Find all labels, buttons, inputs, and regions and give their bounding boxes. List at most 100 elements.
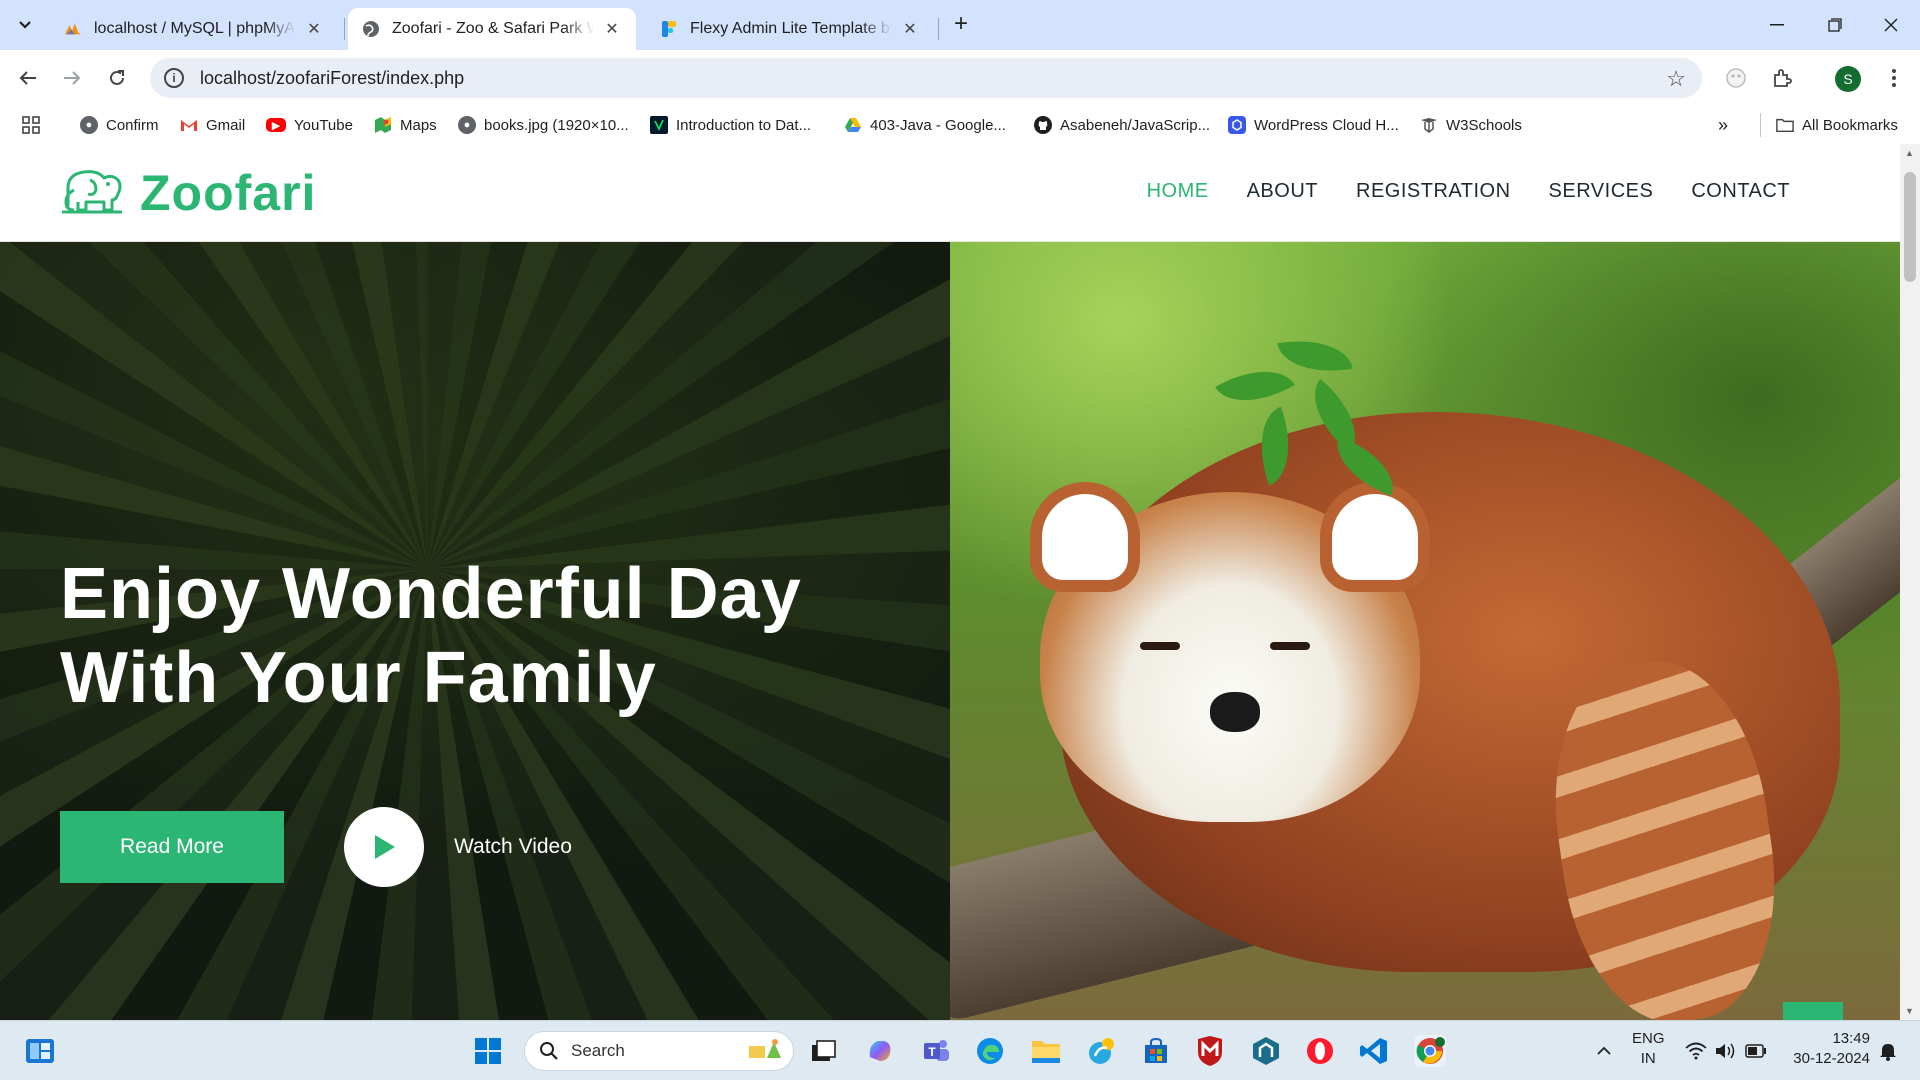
nav-services[interactable]: SERVICES [1549, 180, 1654, 203]
panda-eye [1140, 642, 1180, 650]
all-bookmarks[interactable]: All Bookmarks [1776, 114, 1898, 136]
back-to-top-button[interactable]: ↑ [1783, 1002, 1843, 1020]
bookmarks-bar: ● Confirm Gmail ▶ YouTube Maps ● books.j… [0, 106, 1920, 144]
back-icon[interactable] [12, 62, 44, 94]
wifi-icon[interactable] [1680, 1035, 1712, 1067]
tab-separator [938, 18, 939, 40]
profile-avatar[interactable]: S [1835, 66, 1861, 92]
svg-text:T: T [928, 1045, 936, 1059]
extensions-icon[interactable] [1768, 64, 1796, 92]
search-icon [540, 1042, 558, 1060]
play-icon [375, 835, 395, 859]
globe-icon: ● [80, 116, 98, 134]
widgets-icon[interactable] [24, 1035, 56, 1067]
teams-icon[interactable]: T [920, 1035, 952, 1067]
bookmark-maps[interactable]: Maps [374, 114, 437, 136]
read-more-button[interactable]: Read More [60, 811, 284, 883]
edge-icon[interactable] [974, 1035, 1006, 1067]
drive-icon [844, 116, 862, 134]
address-bar[interactable]: i localhost/zoofariForest/index.php ☆ [150, 58, 1702, 98]
main-nav: HOME ABOUT REGISTRATION SERVICES CONTACT [1147, 180, 1790, 203]
close-tab-icon[interactable]: ✕ [602, 19, 622, 39]
nav-home[interactable]: HOME [1147, 180, 1209, 203]
tab-zoofari[interactable]: Zoofari - Zoo & Safari Park Website ✕ [348, 8, 636, 50]
app-shield-icon[interactable] [1250, 1035, 1282, 1067]
vscode-icon[interactable] [1358, 1035, 1390, 1067]
datacamp-icon [650, 116, 668, 134]
play-video-button[interactable] [344, 807, 424, 887]
bookmark-wordpress-cloud[interactable]: WordPress Cloud H... [1228, 114, 1399, 136]
bookmark-w3schools[interactable]: W3Schools [1420, 114, 1522, 136]
nav-about[interactable]: ABOUT [1247, 180, 1318, 203]
panda-nose [1210, 692, 1260, 732]
bookmark-books-jpg[interactable]: ● books.jpg (1920×10... [458, 114, 629, 136]
tab-phpmyadmin[interactable]: localhost / MySQL | phpMyAdmin ✕ [50, 8, 338, 50]
watch-video-link[interactable]: Watch Video [454, 835, 572, 859]
new-tab-button[interactable]: + [948, 12, 974, 38]
tab-search-button[interactable] [10, 10, 40, 40]
nav-contact[interactable]: CONTACT [1691, 180, 1790, 203]
volume-icon[interactable] [1710, 1035, 1742, 1067]
address-url[interactable]: localhost/zoofariForest/index.php [200, 68, 464, 89]
elephant-logo-icon [60, 166, 124, 221]
forward-icon[interactable] [56, 62, 88, 94]
battery-icon[interactable] [1740, 1035, 1772, 1067]
bookmark-confirm[interactable]: ● Confirm [80, 114, 159, 136]
site-header: Zoofari HOME ABOUT REGISTRATION SERVICES… [0, 144, 1900, 242]
notification-bell-icon[interactable] [1872, 1035, 1904, 1067]
tab-separator [344, 18, 345, 40]
panda-ear [1320, 482, 1430, 592]
bookmark-star-icon[interactable]: ☆ [1666, 66, 1686, 92]
taskbar-search[interactable]: Search [524, 1031, 794, 1071]
panda-ear [1030, 482, 1140, 592]
page-scrollbar[interactable]: ▲ ▼ [1900, 144, 1920, 1020]
task-view-icon[interactable] [808, 1035, 840, 1067]
tab-flexy-admin[interactable]: Flexy Admin Lite Template by WrapPixel ✕ [646, 8, 934, 50]
copilot-icon[interactable] [864, 1035, 896, 1067]
hero-title: Enjoy Wonderful Day With Your Family [60, 554, 802, 718]
bookmarks-divider [1760, 113, 1761, 137]
scrollbar-thumb[interactable] [1904, 172, 1916, 282]
mcafee-icon[interactable] [1194, 1035, 1226, 1067]
close-tab-icon[interactable]: ✕ [304, 19, 324, 39]
reload-icon[interactable] [101, 62, 133, 94]
bookmark-youtube[interactable]: ▶ YouTube [266, 114, 353, 136]
site-info-icon[interactable]: i [164, 68, 184, 88]
phpmyadmin-icon [64, 20, 82, 38]
minimize-icon[interactable] [1748, 0, 1806, 50]
browser-toolbar: i localhost/zoofariForest/index.php ☆ [0, 50, 1920, 106]
bookmark-introduction[interactable]: Introduction to Dat... [650, 114, 811, 136]
close-tab-icon[interactable]: ✕ [900, 19, 920, 39]
apps-grid-icon[interactable] [22, 114, 40, 136]
xampp-icon[interactable] [1086, 1035, 1118, 1067]
scroll-up-arrow-icon[interactable]: ▲ [1905, 148, 1914, 158]
clock[interactable]: 13:49 30-12-2024 [1786, 1029, 1870, 1069]
restore-icon[interactable] [1806, 0, 1864, 50]
github-icon [1034, 116, 1052, 134]
hero-section: Enjoy Wonderful Day With Your Family Rea… [0, 242, 1900, 1020]
bookmark-gmail[interactable]: Gmail [180, 114, 245, 136]
file-explorer-icon[interactable] [1030, 1035, 1062, 1067]
youtube-icon: ▶ [266, 118, 286, 132]
globe-icon: ● [458, 116, 476, 134]
brand-name: Zoofari [140, 165, 317, 221]
bookmark-403-java[interactable]: 403-Java - Google... [844, 114, 1006, 136]
panda-face [1030, 482, 1430, 822]
chrome-menu-icon[interactable] [1880, 64, 1908, 92]
more-bookmarks-icon[interactable]: » [1718, 114, 1728, 136]
bookmark-asabeneh[interactable]: Asabeneh/JavaScrip... [1034, 114, 1210, 136]
windows-start-icon[interactable] [472, 1035, 504, 1067]
site-logo[interactable]: Zoofari [60, 164, 316, 222]
nav-registration[interactable]: REGISTRATION [1356, 180, 1511, 203]
close-window-icon[interactable] [1862, 0, 1920, 50]
language-indicator[interactable]: ENG IN [1632, 1029, 1665, 1069]
chrome-taskbar-icon[interactable] [1414, 1035, 1446, 1067]
opera-icon[interactable] [1304, 1035, 1336, 1067]
folder-icon [1776, 116, 1794, 134]
panda-eye [1270, 642, 1310, 650]
extension-puzzle-dim-icon[interactable] [1722, 64, 1750, 92]
flexy-icon [660, 20, 678, 38]
show-hidden-icons-icon[interactable] [1588, 1035, 1620, 1067]
microsoft-store-icon[interactable] [1140, 1035, 1172, 1067]
scroll-down-arrow-icon[interactable]: ▼ [1905, 1006, 1914, 1016]
